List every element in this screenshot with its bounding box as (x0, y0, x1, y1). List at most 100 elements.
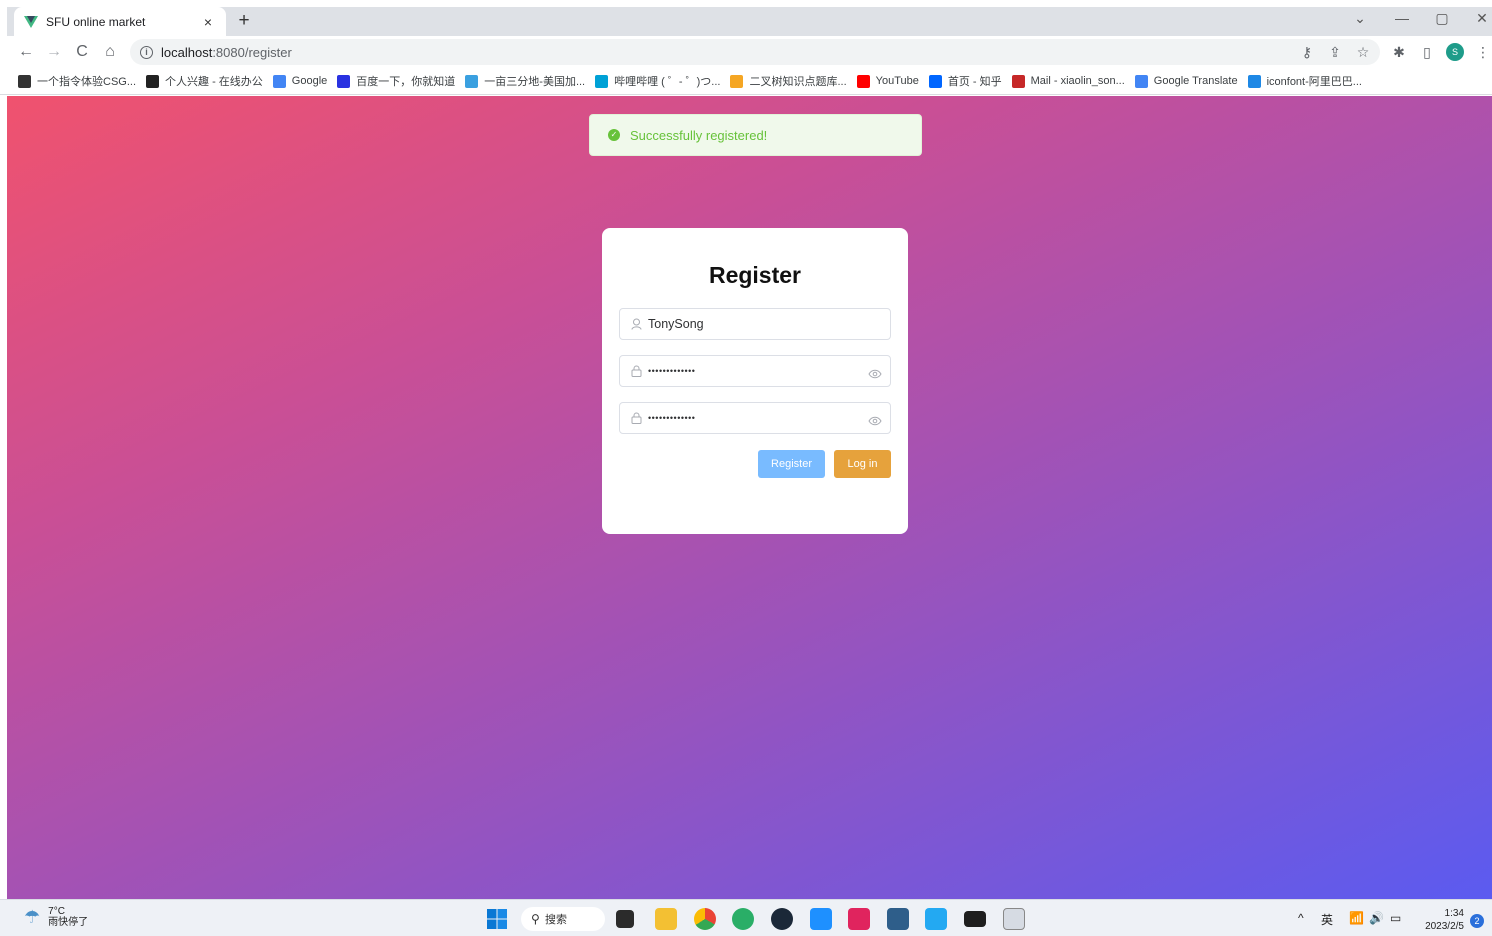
clock-date: 2023/2/5 (1425, 921, 1464, 932)
bookmark-item[interactable]: 首页 - 知乎 (928, 73, 1002, 89)
url-host: localhost (161, 44, 213, 60)
bookmark-label: 哔哩哔哩 ( ゜- ゜)つ... (614, 76, 721, 88)
register-card: Register TonySong ••••••••••••• ••••••••… (602, 228, 908, 534)
tray-overflow-icon[interactable]: ^ (1298, 911, 1304, 925)
username-field[interactable]: TonySong (619, 308, 891, 340)
vscode-icon[interactable] (925, 908, 947, 930)
confirm-password-field[interactable]: ••••••••••••• (619, 402, 891, 434)
bookmark-item[interactable]: Mail - xiaolin_son... (1011, 74, 1125, 88)
ime-indicator[interactable]: 英 (1321, 911, 1333, 928)
bookmark-label: 一亩三分地-美国加... (484, 76, 586, 88)
password-input[interactable]: ••••••••••••• (648, 366, 868, 376)
bookmark-label: 首页 - 知乎 (947, 76, 1002, 88)
eye-icon[interactable] (868, 413, 882, 426)
url-path: :8080/register (212, 44, 292, 60)
bookmark-item[interactable]: 一个指令体验CSG... (18, 73, 136, 89)
bookmark-label: iconfont-阿里巴巴... (1266, 76, 1362, 88)
lock-icon (630, 365, 642, 377)
file-explorer-icon[interactable] (655, 908, 677, 930)
menu-dots-icon[interactable]: ⋮ (1474, 44, 1492, 61)
mysql-workbench-icon[interactable] (887, 908, 909, 930)
login-button[interactable]: Log in (834, 450, 891, 478)
tab-title: SFU online market (46, 14, 146, 29)
volume-icon[interactable]: 🔊 (1369, 911, 1384, 925)
zhihu-icon (928, 74, 942, 88)
user-icon (630, 318, 642, 330)
bookmark-item[interactable]: 二叉树知识点题库... (730, 73, 847, 89)
bookmark-label: 百度一下，你就知道 (356, 76, 456, 88)
umbrella-icon: ☂ (24, 907, 41, 927)
notification-badge[interactable]: 2 (1470, 914, 1484, 928)
lock-icon (630, 412, 642, 424)
eye-icon[interactable] (868, 366, 882, 379)
clock-time: 1:34 (1444, 908, 1464, 919)
bookmarks-bar: 一个指令体验CSG... 个人兴趣 - 在线办公 Google 百度一下，你就知道 一亩… (0, 68, 1492, 95)
info-icon[interactable]: i (140, 45, 153, 59)
check-circle-icon: ✓ (608, 129, 620, 141)
bookmark-item[interactable]: 个人兴趣 - 在线办公 (146, 73, 263, 89)
profile-avatar[interactable]: S (1446, 43, 1464, 61)
bookmark-star-icon[interactable]: ☆ (1354, 44, 1372, 61)
bookmark-label: 个人兴趣 - 在线办公 (165, 76, 263, 88)
windows-start-icon[interactable] (486, 908, 508, 930)
reload-icon[interactable]: C (71, 41, 93, 63)
steam-icon[interactable] (771, 908, 793, 930)
bookmark-item[interactable]: 一亩三分地-美国加... (465, 73, 585, 89)
chrome-icon[interactable] (694, 908, 716, 930)
mail-icon (1011, 74, 1025, 88)
page-viewport: ✓ Successfully registered! Register Tony… (7, 96, 1492, 899)
close-window-icon[interactable]: ✕ (1472, 10, 1492, 27)
weather-description: 雨快停了 (48, 917, 89, 928)
terminal-icon[interactable] (964, 911, 986, 927)
restore-icon[interactable]: ▢ (1432, 10, 1452, 27)
iconfont-icon (1247, 74, 1261, 88)
vmware-icon[interactable] (810, 908, 832, 930)
bookmark-item[interactable]: iconfont-阿里巴巴... (1247, 73, 1362, 89)
c-icon (730, 74, 744, 88)
back-arrow-icon[interactable]: ← (15, 41, 37, 63)
chevron-down-icon[interactable]: ⌄ (1350, 10, 1370, 27)
key-icon[interactable]: ⚷ (1298, 44, 1316, 61)
browser-tab[interactable]: SFU online market × (14, 7, 226, 36)
tab-strip-background (7, 7, 1492, 36)
tab-strip: SFU online market × + ⌄ — ▢ ✕ (0, 0, 1492, 36)
minimize-icon[interactable]: — (1392, 10, 1412, 26)
bookmark-item[interactable]: Google Translate (1134, 74, 1238, 88)
register-button[interactable]: Register (758, 450, 825, 478)
success-toast: ✓ Successfully registered! (589, 114, 922, 156)
password-field[interactable]: ••••••••••••• (619, 355, 891, 387)
taskbar: ☂ 7°C 雨快停了 ⚲ 搜索 ^ 英 📶 🔊 ▭ 1:34 2023/2/5 … (0, 899, 1492, 936)
confirm-password-input[interactable]: ••••••••••••• (648, 413, 868, 423)
bookmark-item[interactable]: 哔哩哔哩 ( ゜- ゜)つ... (595, 73, 720, 89)
search-icon: ⚲ (531, 912, 540, 926)
wifi-icon[interactable]: 📶 (1349, 911, 1364, 925)
battery-icon[interactable]: ▭ (1390, 911, 1401, 925)
task-view-icon[interactable] (616, 910, 634, 928)
system-clock[interactable]: 1:34 2023/2/5 (1420, 907, 1464, 933)
bookmark-item[interactable]: YouTube (856, 74, 919, 88)
address-bar[interactable]: i localhost :8080/register (130, 39, 1380, 65)
bookmark-item[interactable]: Google (272, 74, 327, 88)
circle-play-icon (146, 74, 160, 88)
weather-widget[interactable]: ☂ 7°C 雨快停了 (24, 906, 88, 929)
vue-logo-icon (24, 15, 38, 29)
home-icon[interactable]: ⌂ (99, 41, 121, 63)
taskbar-search[interactable]: ⚲ 搜索 (521, 907, 605, 931)
baidu-icon (337, 74, 351, 88)
extensions-icon[interactable]: ✱ (1390, 44, 1408, 61)
bilibili-icon (595, 74, 609, 88)
intellij-icon[interactable] (848, 908, 870, 930)
close-tab-icon[interactable]: × (200, 14, 216, 30)
username-input[interactable]: TonySong (648, 317, 890, 331)
side-panel-icon[interactable]: ▯ (1418, 44, 1436, 61)
wechat-icon[interactable] (732, 908, 754, 930)
bookmark-label: 一个指令体验CSG... (37, 76, 137, 88)
bookmark-item[interactable]: 百度一下，你就知道 (337, 73, 455, 89)
weather-temperature: 7°C (48, 906, 65, 917)
new-tab-button[interactable]: + (234, 9, 254, 33)
bookmark-label: 二叉树知识点题库... (749, 76, 847, 88)
toast-message: Successfully registered! (630, 127, 768, 143)
forward-arrow-icon[interactable]: → (43, 41, 65, 63)
app-window-icon[interactable] (1003, 908, 1025, 930)
share-icon[interactable]: ⇪ (1326, 44, 1344, 61)
